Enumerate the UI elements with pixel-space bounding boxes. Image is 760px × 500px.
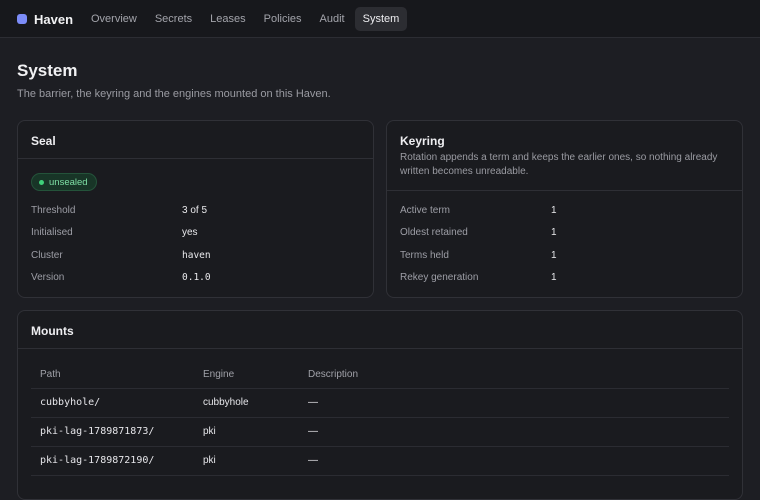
seal-key: Initialised xyxy=(31,227,73,238)
mount-path[interactable]: pki-lag-1789871873/ xyxy=(40,426,154,437)
tab-system[interactable]: System xyxy=(354,7,408,31)
table-header-divider xyxy=(31,388,729,389)
seal-status-badge: unsealed xyxy=(31,173,97,191)
tab-audit[interactable]: Audit xyxy=(312,7,353,31)
seal-row-threshold: Threshold 3 of 5 xyxy=(31,205,360,219)
keyring-key: Active term xyxy=(400,205,451,216)
keyring-row-terms-held: Terms held 1 xyxy=(400,250,729,264)
page-title: System xyxy=(17,61,78,80)
page-subtitle: The barrier, the keyring and the engines… xyxy=(17,88,331,100)
keyring-row-rekey-generation: Rekey generation 1 xyxy=(400,272,729,286)
keyring-row-active-term: Active term 1 xyxy=(400,205,729,219)
keyring-card: Keyring Rotation appends a term and keep… xyxy=(386,120,743,298)
mount-description: — xyxy=(308,426,318,437)
keyring-row-oldest-retained: Oldest retained 1 xyxy=(400,227,729,241)
keyring-value: 1 xyxy=(551,272,557,283)
status-dot-icon xyxy=(39,179,44,185)
row-divider xyxy=(31,446,729,447)
tab-leases[interactable]: Leases xyxy=(202,7,253,31)
seal-row-version: Version 0.1.0 xyxy=(31,272,360,286)
keyring-card-title: Keyring xyxy=(400,134,445,148)
keyring-key: Rekey generation xyxy=(400,272,479,283)
column-header-description: Description xyxy=(308,369,359,380)
keyring-description: Rotation appends a term and keeps the ea… xyxy=(400,152,718,177)
keyring-value: 1 xyxy=(551,205,557,216)
keyring-value: 1 xyxy=(551,227,557,238)
seal-card-title: Seal xyxy=(31,134,56,148)
seal-value: yes xyxy=(182,227,198,238)
mount-description: — xyxy=(308,397,318,408)
mount-engine: pki xyxy=(203,455,216,466)
mounts-card-title: Mounts xyxy=(31,324,74,338)
seal-row-initialised: Initialised yes xyxy=(31,227,360,241)
column-header-engine: Engine xyxy=(203,369,235,380)
column-header-path: Path xyxy=(40,369,61,380)
seal-card: Seal unsealed Threshold 3 of 5 Initialis… xyxy=(17,120,374,298)
seal-value: haven xyxy=(182,250,211,261)
brand-name: Haven xyxy=(34,11,74,27)
brand[interactable]: Haven xyxy=(17,9,73,29)
seal-status-label: unsealed xyxy=(49,176,88,188)
seal-row-cluster: Cluster haven xyxy=(31,250,360,264)
mount-path[interactable]: cubbyhole/ xyxy=(40,397,100,408)
keyring-value: 1 xyxy=(551,250,557,261)
seal-value: 0.1.0 xyxy=(182,272,211,283)
mount-engine: cubbyhole xyxy=(203,397,249,408)
top-bar: Haven Overview Secrets Leases Policies A… xyxy=(0,0,760,38)
keyring-card-divider xyxy=(387,190,742,191)
seal-key: Version xyxy=(31,272,65,283)
seal-key: Cluster xyxy=(31,250,63,261)
seal-card-divider xyxy=(18,158,373,159)
mounts-card-divider xyxy=(18,348,742,349)
tab-overview[interactable]: Overview xyxy=(83,7,145,31)
mount-description: — xyxy=(308,455,318,466)
haven-logo-icon xyxy=(17,14,27,24)
mount-path[interactable]: pki-lag-1789872190/ xyxy=(40,455,154,466)
seal-key: Threshold xyxy=(31,205,76,216)
mounts-card: Mounts Path Engine Description cubbyhole… xyxy=(17,310,743,500)
tab-policies[interactable]: Policies xyxy=(256,7,310,31)
tab-secrets[interactable]: Secrets xyxy=(147,7,200,31)
seal-value: 3 of 5 xyxy=(182,205,208,216)
row-divider xyxy=(31,417,729,418)
keyring-key: Oldest retained xyxy=(400,227,468,238)
keyring-key: Terms held xyxy=(400,250,449,261)
main-nav: Overview Secrets Leases Policies Audit S… xyxy=(83,7,408,31)
mount-engine: pki xyxy=(203,426,216,437)
